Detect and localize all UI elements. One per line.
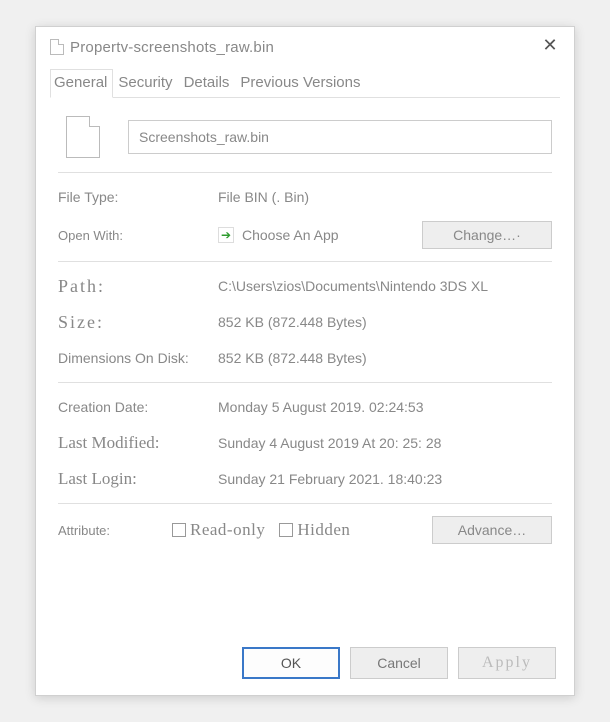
- login-value: Sunday 21 February 2021. 18:40:23: [218, 471, 552, 487]
- separator: [58, 382, 552, 383]
- creation-value: Monday 5 August 2019. 02:24:53: [218, 399, 552, 415]
- separator: [58, 172, 552, 173]
- openwith-label: Open With:: [58, 228, 218, 243]
- advanced-button[interactable]: Advance…: [432, 516, 552, 544]
- checkbox-icon: [172, 523, 186, 537]
- file-icon: [66, 116, 100, 158]
- login-row: Last Login: Sunday 21 February 2021. 18:…: [58, 467, 552, 491]
- properties-dialog: Propertv-screenshots_raw.bin ✕ General S…: [35, 26, 575, 696]
- size-row: Size: 852 KB (872.448 Bytes): [58, 310, 552, 334]
- path-value: C:\Users\zios\Documents\Nintendo 3DS XL: [218, 278, 552, 294]
- close-icon[interactable]: ✕: [536, 33, 564, 61]
- creation-row: Creation Date: Monday 5 August 2019. 02:…: [58, 395, 552, 419]
- tab-general[interactable]: General: [50, 69, 113, 98]
- dialog-footer: OK Cancel Apply: [36, 635, 574, 695]
- modified-label: Last Modified:: [58, 433, 218, 453]
- cancel-button[interactable]: Cancel: [350, 647, 448, 679]
- tab-security[interactable]: Security: [114, 69, 178, 97]
- tab-details[interactable]: Details: [180, 69, 236, 97]
- filename-row: [58, 116, 552, 158]
- apply-button[interactable]: Apply: [458, 647, 556, 679]
- filename-input[interactable]: [128, 120, 552, 154]
- filetype-label: File Type:: [58, 189, 218, 205]
- creation-label: Creation Date:: [58, 399, 218, 415]
- size-label: Size:: [58, 312, 218, 333]
- arrow-right-icon: ➔: [218, 227, 234, 243]
- openwith-value-wrap: ➔ Choose An App: [218, 227, 339, 243]
- tab-content-general: File Type: File BIN (. Bin) Open With: ➔…: [36, 98, 574, 635]
- separator: [58, 503, 552, 504]
- modified-row: Last Modified: Sunday 4 August 2019 At 2…: [58, 431, 552, 455]
- filetype-row: File Type: File BIN (. Bin): [58, 185, 552, 209]
- titlebar: Propertv-screenshots_raw.bin ✕: [36, 27, 574, 65]
- readonly-checkbox[interactable]: Read-only: [172, 520, 265, 540]
- login-label: Last Login:: [58, 469, 218, 489]
- size-value: 852 KB (872.448 Bytes): [218, 314, 552, 330]
- window-title: Propertv-screenshots_raw.bin: [70, 39, 536, 56]
- openwith-row: Open With: ➔ Choose An App Change…·: [58, 221, 552, 249]
- attribute-row: Attribute: Read-only Hidden Advance…: [58, 516, 552, 544]
- readonly-label: Read-only: [190, 520, 265, 540]
- checkbox-icon: [279, 523, 293, 537]
- hidden-checkbox[interactable]: Hidden: [279, 520, 350, 540]
- path-label: Path:: [58, 276, 218, 297]
- openwith-value: Choose An App: [242, 227, 339, 243]
- sizedisk-value: 852 KB (872.448 Bytes): [218, 350, 552, 366]
- file-icon: [50, 39, 64, 55]
- hidden-label: Hidden: [297, 520, 350, 540]
- separator: [58, 261, 552, 262]
- tab-previous-versions[interactable]: Previous Versions: [236, 69, 366, 97]
- attribute-label: Attribute:: [58, 523, 158, 538]
- tab-strip: General Security Details Previous Versio…: [50, 69, 560, 98]
- sizedisk-row: Dimensions On Disk: 852 KB (872.448 Byte…: [58, 346, 552, 370]
- filetype-value: File BIN (. Bin): [218, 189, 552, 205]
- change-button[interactable]: Change…·: [422, 221, 552, 249]
- path-row: Path: C:\Users\zios\Documents\Nintendo 3…: [58, 274, 552, 298]
- modified-value: Sunday 4 August 2019 At 20: 25: 28: [218, 435, 552, 451]
- ok-button[interactable]: OK: [242, 647, 340, 679]
- sizedisk-label: Dimensions On Disk:: [58, 350, 218, 366]
